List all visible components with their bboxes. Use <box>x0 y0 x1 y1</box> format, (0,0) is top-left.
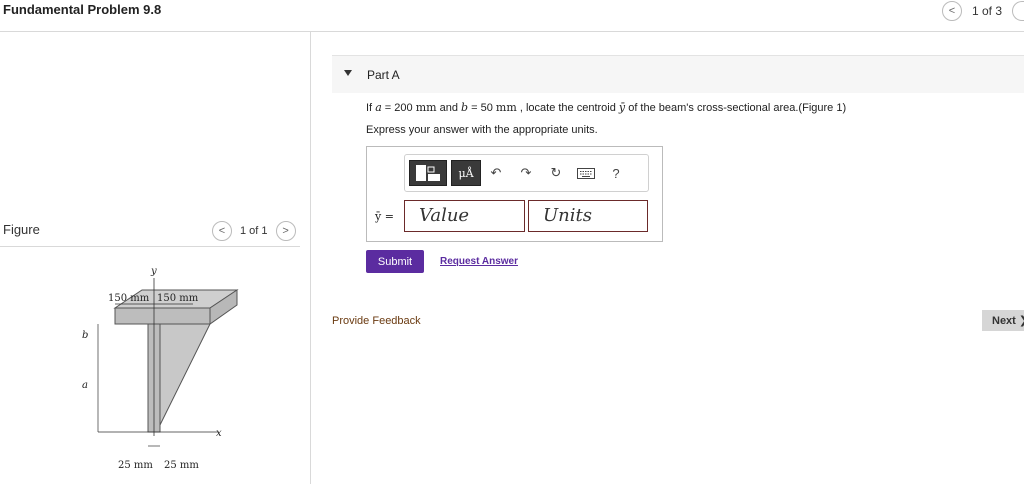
caret-down-icon <box>344 70 352 76</box>
flange-front-face <box>114 307 211 325</box>
question-rest1: , locate the centroid <box>516 102 619 114</box>
units-button-label: μÅ <box>458 166 474 180</box>
ybar-variable-label: ȳ = <box>375 210 394 223</box>
help-icon: ? <box>612 165 620 181</box>
question-prefix: If <box>366 102 373 114</box>
value-input[interactable]: Value <box>404 200 525 232</box>
panel-divider <box>310 32 311 484</box>
undo-button[interactable]: ↶ <box>481 165 511 181</box>
figure-label: Figure <box>3 222 40 237</box>
dim-150mm-left: 150 mm <box>108 293 150 304</box>
dim-25mm-right: 25 mm <box>164 460 199 471</box>
redo-icon: ↷ <box>520 165 532 180</box>
chevron-right-icon: > <box>282 225 289 237</box>
math-toolbar: μÅ ↶ ↷ ↻ ? <box>404 154 649 192</box>
keyboard-icon <box>577 167 595 179</box>
provide-feedback-link[interactable]: Provide Feedback <box>332 315 421 327</box>
reset-button[interactable]: ↻ <box>541 165 571 181</box>
figure-pager-text: 1 of 1 <box>240 225 268 237</box>
redo-button[interactable]: ↷ <box>511 165 541 181</box>
answer-box: μÅ ↶ ↷ ↻ ? ȳ = Value Units <box>366 146 663 242</box>
problem-pager-text: 1 of 3 <box>971 4 1002 18</box>
units-button[interactable]: μÅ <box>451 160 481 186</box>
dim-25mm-left: 25 mm <box>118 460 153 471</box>
problem-pager: < 1 of 3 <box>941 1 1024 21</box>
previous-figure-button[interactable]: < <box>212 221 232 241</box>
y-axis-label: y <box>150 266 157 277</box>
dim-b-label: b <box>82 330 88 341</box>
question-text: If a = 200 mm and b = 50 mm , locate the… <box>366 101 846 114</box>
templates-button[interactable] <box>409 160 447 186</box>
dim-150mm-right: 150 mm <box>157 293 199 304</box>
x-axis-label: x <box>216 428 222 439</box>
templates-icon <box>416 165 440 181</box>
chevron-left-icon: < <box>218 225 226 237</box>
part-title: Part A <box>367 68 400 82</box>
keyboard-button[interactable] <box>571 167 601 179</box>
a-unit: mm <box>415 101 437 114</box>
figure-divider <box>0 246 300 247</box>
b-value: = 50 <box>468 102 496 114</box>
page-title: Fundamental Problem 9.8 <box>3 2 162 17</box>
chevron-left-icon: < <box>948 5 956 17</box>
submit-button[interactable]: Submit <box>366 250 424 273</box>
b-unit: mm <box>495 101 517 114</box>
next-button[interactable]: Next ❯ <box>982 310 1024 331</box>
request-answer-link[interactable]: Request Answer <box>440 256 518 267</box>
web-side-face <box>159 323 211 426</box>
reset-icon: ↻ <box>550 165 562 180</box>
dim-a-label: a <box>82 380 88 391</box>
part-a-header[interactable]: Part A <box>332 55 1024 93</box>
and-text: and <box>436 102 462 114</box>
previous-problem-button[interactable]: < <box>941 1 962 21</box>
beam-cross-section-diagram: y x 150 mm 150 mm b a 25 mm 25 mm <box>82 266 239 471</box>
help-button[interactable]: ? <box>601 166 631 181</box>
next-figure-button[interactable]: > <box>275 221 296 241</box>
answer-instruction: Express your answer with the appropriate… <box>366 124 598 136</box>
units-input[interactable]: Units <box>528 200 648 232</box>
next-problem-button[interactable] <box>1012 1 1024 21</box>
header-bar: Fundamental Problem 9.8 < 1 of 3 <box>0 0 1024 32</box>
question-rest2: of the beam's cross-sectional area.(Figu… <box>625 102 847 114</box>
figure-pager: < 1 of 1 > <box>212 221 296 241</box>
undo-icon: ↶ <box>490 165 502 180</box>
a-value: = 200 <box>381 102 416 114</box>
